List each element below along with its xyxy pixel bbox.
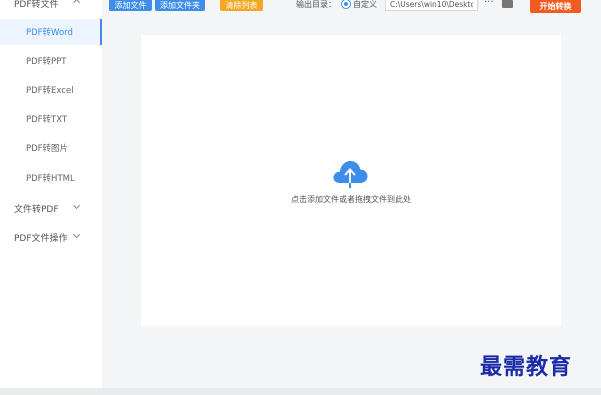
clear-list-button[interactable]: 清除列表 (220, 0, 263, 11)
sidebar-group-label: PDF文件操作 (14, 233, 68, 244)
start-convert-button[interactable]: 开始转换 (530, 0, 581, 13)
custom-radio[interactable] (341, 0, 351, 9)
watermark-logo: 最需教育 (480, 354, 573, 380)
sidebar-group-file-to-pdf[interactable]: 文件转PDF (0, 198, 102, 218)
output-dir-label: 输出目录： (296, 0, 336, 9)
browse-button[interactable]: ··· (484, 0, 494, 8)
sidebar: PDF转文件 PDF转Word PDF转PPT PDF转Excel PDF转TX… (0, 0, 102, 388)
cloud-upload-icon (333, 161, 368, 188)
folder-icon[interactable] (502, 0, 513, 8)
sidebar-item-label: PDF转图片 (26, 144, 69, 154)
sidebar-item-pdf-to-html[interactable]: PDF转HTML (0, 165, 102, 191)
sidebar-group-label: PDF转文件 (14, 0, 59, 10)
bottom-strip (0, 388, 601, 395)
drop-hint-text: 点击添加文件或者拖拽文件到此处 (291, 195, 411, 204)
sidebar-item-label: PDF转PPT (26, 57, 67, 67)
output-path-input[interactable] (385, 0, 478, 11)
sidebar-item-pdf-to-image[interactable]: PDF转图片 (0, 135, 102, 161)
sidebar-item-label: PDF转Excel (26, 86, 74, 96)
file-drop-zone[interactable]: 点击添加文件或者拖拽文件到此处 (141, 35, 561, 326)
sidebar-item-pdf-to-ppt[interactable]: PDF转PPT (0, 48, 102, 74)
sidebar-group-pdf-ops[interactable]: PDF文件操作 (0, 227, 102, 247)
chevron-up-icon (72, 0, 81, 7)
custom-radio-label[interactable]: 自定义 (353, 0, 377, 10)
sidebar-item-pdf-to-word[interactable]: PDF转Word (0, 19, 102, 45)
app-window: PDF转文件 PDF转Word PDF转PPT PDF转Excel PDF转TX… (0, 0, 601, 395)
sidebar-item-label: PDF转TXT (26, 115, 68, 125)
chevron-down-icon (72, 230, 81, 239)
sidebar-item-label: PDF转HTML (26, 174, 75, 184)
add-folder-button[interactable]: 添加文件夹 (155, 0, 205, 11)
add-file-button[interactable]: 添加文件 (109, 0, 152, 11)
sidebar-item-pdf-to-txt[interactable]: PDF转TXT (0, 106, 102, 132)
sidebar-item-label: PDF转Word (26, 28, 73, 38)
sidebar-group-label: 文件转PDF (14, 204, 59, 215)
sidebar-group-pdf-to-file[interactable]: PDF转文件 (0, 0, 102, 13)
sidebar-item-pdf-to-excel[interactable]: PDF转Excel (0, 77, 102, 103)
chevron-down-icon (72, 201, 81, 210)
